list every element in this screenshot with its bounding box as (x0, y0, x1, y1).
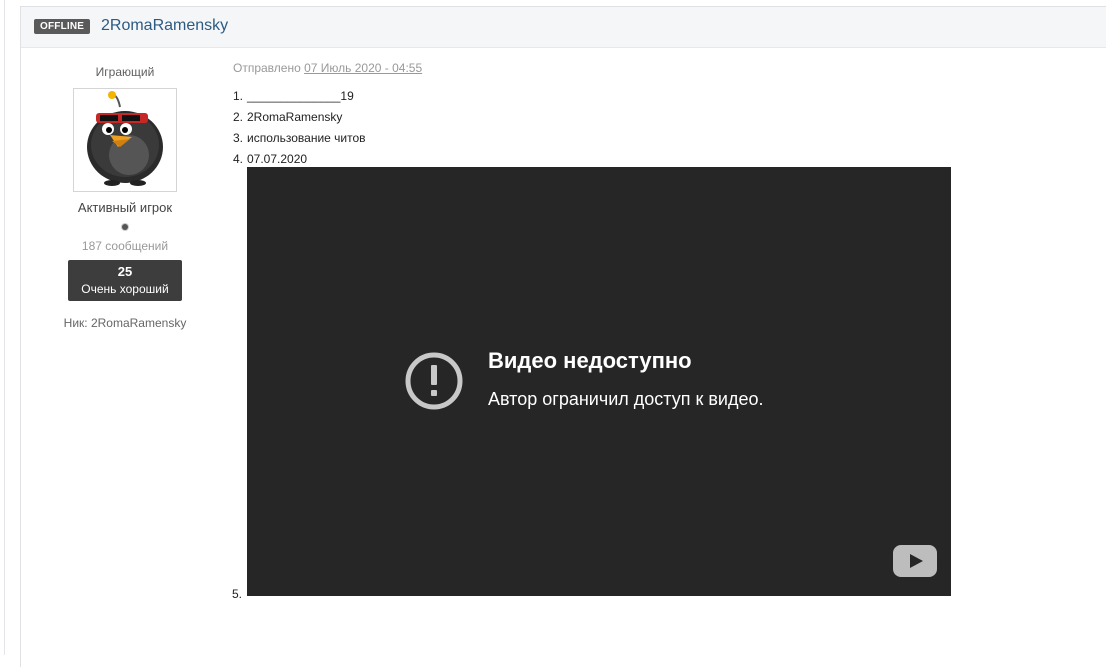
list-item-text: 2RomaRamensky (247, 110, 343, 124)
list-item-text: ______________19 (247, 89, 354, 103)
posted-date-line: Отправлено 07 Июль 2020 - 04:55 (233, 61, 422, 75)
author-info: Играющий Активный игрок 187 сообщений 25… (49, 65, 201, 330)
video-unavailable-title: Видео недоступно (488, 348, 692, 373)
list-item: 3. использование читов (233, 130, 422, 151)
youtube-logo-icon[interactable] (893, 545, 937, 577)
reputation-box: 25 Очень хороший (68, 260, 182, 301)
video-player[interactable]: Видео недоступно Автор ограничил доступ … (247, 167, 951, 596)
rank-pip-icon (122, 224, 128, 230)
angry-bird-avatar-image (74, 89, 176, 191)
list-item-5-number: 5. (232, 587, 243, 601)
user-group: Играющий (95, 65, 155, 79)
post-header: OFFLINE 2RomaRamensky (21, 7, 1106, 48)
posted-date-link[interactable]: 07 Июль 2020 - 04:55 (304, 61, 422, 75)
warning-icon (405, 352, 463, 410)
video-unavailable-message: Автор ограничил доступ к видео. (488, 389, 764, 409)
user-nick: Ник: 2RomaRamensky (63, 316, 187, 330)
posted-prefix: Отправлено (233, 61, 301, 75)
list-item-text: использование читов (247, 131, 366, 145)
list-item: 2. 2RomaRamensky (233, 109, 422, 130)
forum-post: OFFLINE 2RomaRamensky Играющий Активный … (20, 6, 1106, 667)
page-divider (4, 0, 5, 655)
list-item-text: 07.07.2020 (247, 152, 308, 166)
offline-status-badge: OFFLINE (34, 19, 91, 34)
post-content: Отправлено 07 Июль 2020 - 04:55 1. ______… (233, 61, 951, 596)
list-item-number: 1. (233, 89, 244, 103)
list-item-number: 3. (233, 131, 244, 145)
post-list: 1. ______________19 2. 2RomaRamensky 3. исп… (233, 88, 422, 172)
avatar[interactable] (73, 88, 177, 192)
list-item-number: 4. (233, 152, 244, 166)
list-item: 1. ______________19 (233, 88, 422, 109)
list-item-number: 2. (233, 110, 244, 124)
user-rank: Активный игрок (77, 200, 173, 215)
post-count: 187 сообщений (81, 239, 169, 253)
author-name-link[interactable]: 2RomaRamensky (101, 17, 228, 35)
reputation-label: Очень хороший (81, 282, 169, 296)
reputation-value: 25 (117, 264, 133, 279)
